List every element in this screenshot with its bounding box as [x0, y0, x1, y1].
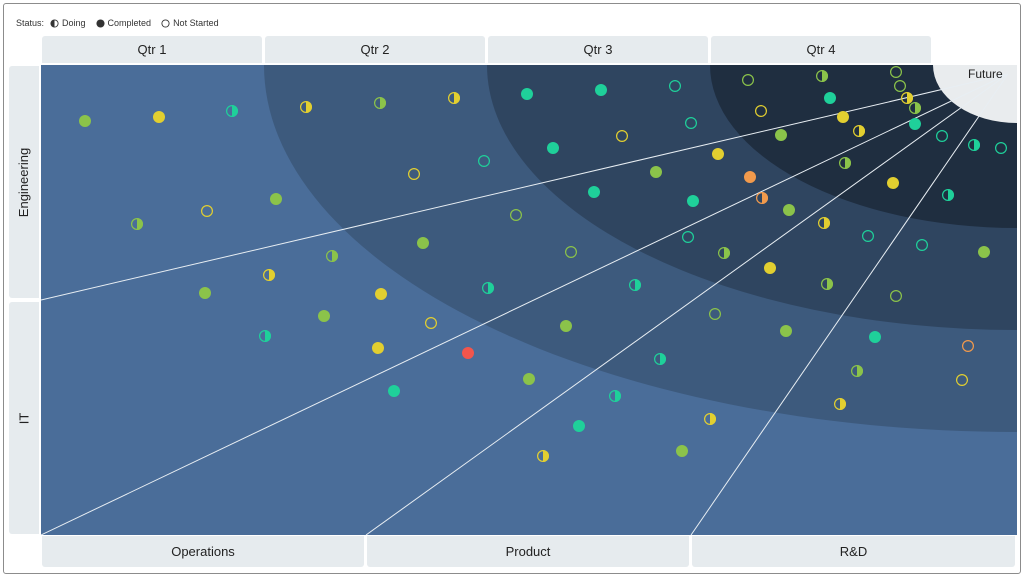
radar-item-marker[interactable] [199, 287, 211, 299]
radar-item-marker[interactable] [375, 288, 387, 300]
radar-item-marker[interactable] [676, 445, 688, 457]
radar-item-marker[interactable] [783, 204, 795, 216]
radar-item-marker[interactable] [521, 88, 533, 100]
radar-item-marker[interactable] [978, 246, 990, 258]
radar-item-marker[interactable] [462, 347, 474, 359]
sector-header-product[interactable]: Product [367, 536, 689, 567]
radar-item-marker[interactable] [824, 92, 836, 104]
radar-item-marker[interactable] [650, 166, 662, 178]
radar-item-marker[interactable] [744, 171, 756, 183]
radar-item-marker[interactable] [588, 186, 600, 198]
radar-item-marker[interactable] [560, 320, 572, 332]
radar-item-marker[interactable] [372, 342, 384, 354]
radar-item-marker[interactable] [909, 118, 921, 130]
radar-item-marker[interactable] [764, 262, 776, 274]
radar-item-marker[interactable] [270, 193, 282, 205]
radar-item-marker[interactable] [780, 325, 792, 337]
sector-header-operations[interactable]: Operations [42, 536, 364, 567]
radar-item-marker[interactable] [547, 142, 559, 154]
radar-item-marker[interactable] [775, 129, 787, 141]
radar-item-marker[interactable] [837, 111, 849, 123]
radar-item-marker[interactable] [153, 111, 165, 123]
radar-item-marker[interactable] [79, 115, 91, 127]
radar-item-marker[interactable] [869, 331, 881, 343]
radar-item-marker[interactable] [573, 420, 585, 432]
radar-item-marker[interactable] [417, 237, 429, 249]
radar-item-marker[interactable] [595, 84, 607, 96]
radar-item-marker[interactable] [887, 177, 899, 189]
radar-item-marker[interactable] [712, 148, 724, 160]
future-label: Future [968, 67, 1003, 81]
radar-item-marker[interactable] [318, 310, 330, 322]
radar-plot [41, 65, 1017, 535]
radar-item-marker[interactable] [388, 385, 400, 397]
radar-item-marker[interactable] [687, 195, 699, 207]
radar-item-marker[interactable] [523, 373, 535, 385]
sector-header-rd[interactable]: R&D [692, 536, 1015, 567]
